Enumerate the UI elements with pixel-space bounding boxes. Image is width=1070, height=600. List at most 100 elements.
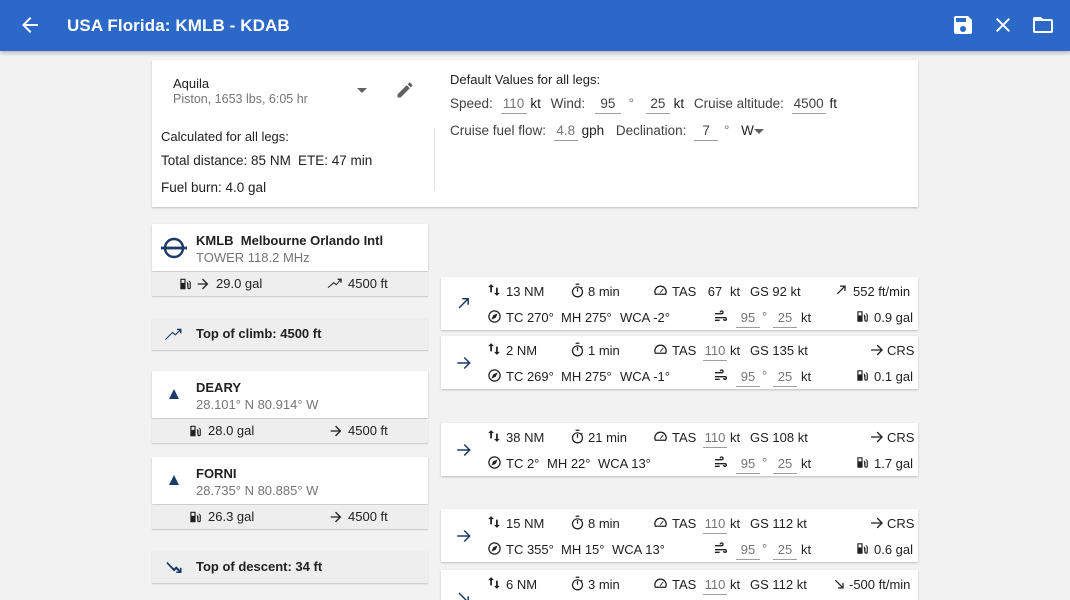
leg-card[interactable]: 13 NM 8 min TAS 67 kt GS 92 kt 552 ft/mi… [441,277,918,330]
degree-symbol: ° [762,368,768,383]
wind-correction-angle: WCA -1° [620,369,670,384]
leg-wind-speed[interactable]: 25 [773,456,797,474]
tas-unit: kt [730,516,741,531]
tas-label: TAS [672,516,697,531]
altitude-input[interactable]: 4500 [791,96,826,114]
airport-id: KMLB [196,233,234,248]
declination-input[interactable]: 7 [694,123,719,141]
leg-card[interactable]: 38 NM 21 min TAS 110 kt GS 108 kt CRS TC… [441,423,918,476]
ground-speed: GS 112 kt [750,577,807,592]
fuel-pump-icon [188,510,202,524]
floppy-disk-icon[interactable] [951,13,975,37]
leg-time: 21 min [588,430,628,445]
arrow-right-icon [869,342,885,358]
speedometer-icon [653,515,668,530]
fuel-flow-input[interactable]: 4.8 [553,123,578,141]
fuel-pump-icon [178,277,192,291]
wind-label: Wind: [550,96,586,111]
total-distance: Total distance: 85 NM [161,153,291,168]
tas-input[interactable]: 110 [703,577,727,595]
ete-value: ETE: 47 min [298,153,373,168]
triangle-icon [168,474,180,486]
speed-label: Speed: [450,96,493,111]
leg-fuel: 0.6 gal [874,542,914,557]
aircraft-name[interactable]: Aquila [173,76,209,91]
airport-icon [161,236,187,260]
wind-icon [712,368,730,384]
divider [434,128,435,191]
wind-icon [712,455,730,471]
pencil-icon[interactable] [395,80,415,100]
up-down-arrows-icon [487,429,501,443]
arrow-right-icon [869,515,885,531]
leg-wind-speed[interactable]: 25 [773,542,797,560]
altitude-value: 4500 ft [348,276,388,291]
waypoint-name: DEARY [196,380,242,395]
arrow-right-icon [455,441,473,459]
leg-time: 8 min [588,516,620,531]
wind-speed-input[interactable]: 25 [645,96,670,114]
stopwatch-icon [570,283,585,298]
waypoint-card-kmlb[interactable]: KMLB Melbourne Orlando Intl TOWER 118.2 … [152,224,428,271]
arrow-down-right-icon [455,588,473,600]
altitude-value: 4500 ft [348,423,388,438]
stopwatch-icon [570,429,585,444]
folder-icon[interactable] [1031,13,1055,37]
compass-icon [487,368,502,383]
leg-wind-direction[interactable]: 95 [736,310,760,328]
tas-input[interactable]: 110 [703,430,727,448]
leg-fuel: 0.9 gal [874,310,914,325]
top-of-climb-row[interactable]: Top of climb: 4500 ft [152,318,428,350]
caret-down-icon[interactable] [356,87,368,95]
speed-input[interactable]: 110 [500,96,527,114]
degree-symbol: ° [762,309,768,324]
waypoint-card-deary[interactable]: DEARY 28.101° N 80.914° W [152,371,428,418]
declination-direction[interactable]: W [741,123,754,138]
arrow-right-icon [869,429,885,445]
tas-input[interactable]: 110 [703,516,727,534]
tas-unit: kt [730,430,741,445]
altitude-unit: ft [829,96,837,111]
ground-speed: GS 112 kt [750,516,807,531]
fuel-flow-unit: gph [581,123,605,138]
magnetic-heading: MH 22° [547,456,591,471]
caret-down-icon[interactable] [753,128,765,136]
leg-card[interactable]: 2 NM 1 min TAS 110 kt GS 135 kt CRS TC 2… [441,336,918,389]
magnetic-heading: MH 275° [561,310,612,325]
tas-input[interactable]: 67 [703,284,727,299]
fuel-flow-label: Cruise fuel flow: [450,123,547,138]
arrow-left-icon[interactable] [18,13,42,37]
leg-wind-direction[interactable]: 95 [736,456,760,474]
close-icon[interactable] [991,13,1015,37]
stopwatch-icon [570,342,585,357]
arrow-right-icon [328,509,344,525]
leg-card[interactable]: 6 NM 3 min TAS 110 kt GS 112 kt -500 ft/… [441,570,918,600]
waypoint-info-bar: 26.3 gal 4500 ft [152,505,428,529]
fuel-pump-icon [188,424,202,438]
leg-time: 3 min [588,577,620,592]
fuel-amount: 28.0 gal [208,423,255,438]
leg-distance: 6 NM [506,577,538,592]
leg-card[interactable]: 15 NM 8 min TAS 110 kt GS 112 kt CRS TC … [441,509,918,562]
tas-input[interactable]: 110 [703,343,727,361]
wind-direction-input[interactable]: 95 [594,96,621,114]
leg-fuel: 1.7 gal [874,456,914,471]
compass-icon [487,309,502,324]
waypoint-card-forni[interactable]: FORNI 28.735° N 80.885° W [152,457,428,504]
leg-wind-direction[interactable]: 95 [736,369,760,387]
fuel-burn: Fuel burn: 4.0 gal [161,180,267,195]
arrow-right-icon [455,527,473,545]
vertical-speed: CRS [887,343,915,358]
magnetic-heading: MH 275° [561,369,612,384]
leg-wind-speed[interactable]: 25 [773,369,797,387]
tas-label: TAS [672,343,697,358]
waypoint-info-bar: 29.0 gal 4500 ft [152,272,428,296]
vertical-speed: 552 ft/min [853,284,911,299]
leg-wind-speed[interactable]: 25 [773,310,797,328]
stopwatch-icon [570,576,585,591]
leg-wind-direction[interactable]: 95 [736,542,760,560]
speedometer-icon [653,283,668,298]
arrow-up-right-icon [455,295,473,313]
top-of-descent-row[interactable]: Top of descent: 34 ft [152,551,428,583]
triangle-icon [168,388,180,400]
